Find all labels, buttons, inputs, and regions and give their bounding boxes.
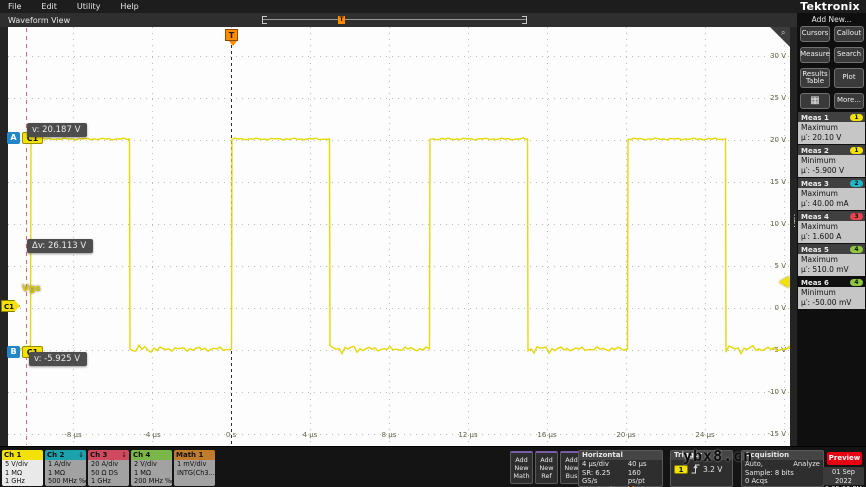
meas-3-source-pill: 2 [850,180,863,187]
meas-2-source-pill: 1 [850,147,863,154]
rising-edge-icon [691,464,700,474]
meas-4-source-pill: 3 [850,213,863,220]
add-new-label: Add New... [797,15,866,24]
panel-splitter-handle[interactable]: ⋮⋮ [790,217,797,227]
meas-5-badge[interactable]: Meas 5 4 Maximumμ′: 510.0 mV [798,244,865,276]
ch1-badge[interactable]: Ch 1 5 V/div1 MΩ1 GHz [2,450,43,486]
ch3-badge[interactable]: Ch 3↓ 20 A/div50 Ω DS1 GHz [88,450,129,486]
date-text: 01 Sep 2022 [823,468,864,485]
tektronix-logo: Tektronix [797,0,863,13]
math1-badge[interactable]: Math 1 1 mV/divINTG(Ch3... [174,450,215,486]
callout-button[interactable]: Callout [834,26,864,42]
ch2-badge[interactable]: Ch 2↓ 1 A/div1 MΩ500 MHz ‰ [45,450,86,486]
meas-6-title: Meas 6 [801,279,829,287]
datetime-display: 01 Sep 2022 8:25:38 PM [823,467,864,485]
search-button[interactable]: Search [834,47,864,63]
arrow-down-icon: ↓ [121,451,127,459]
meas-5-value: μ′: 510.0 mV [801,265,865,275]
magnifier-icon: ⌕ [781,28,785,38]
results-table-button[interactable]: Results Table [800,68,830,88]
acquisition-acqs: 0 Acqs [745,477,768,486]
acquisition-analyze: Analyze [793,460,820,469]
bracket-cap [522,16,526,17]
tab-waveform-view[interactable]: Waveform View [8,16,70,25]
acquisition-window-line [263,19,526,20]
meas-3-title: Meas 3 [801,180,829,188]
bracket-cap [263,23,267,24]
oscilloscope-screen: File Edit Utility Help Tektronix Wavefor… [0,0,866,487]
menu-bar: File Edit Utility Help [0,0,866,13]
horizontal-panel[interactable]: Horizontal 4 μs/div40 μs SR: 6.25 GS/s16… [578,450,663,487]
bracket-cap [522,23,526,24]
meas-1-value: μ′: 20.10 V [801,133,865,143]
meas-1-stat: Maximum [801,123,865,133]
preview-button[interactable]: Preview [827,452,862,465]
measurement-badges: Meas 11 Maximumμ′: 20.10 V Meas 21 Minim… [797,112,866,310]
ch2-label: Ch 2 [47,451,64,459]
meas-6-value: μ′: -50.00 mV [801,298,865,308]
ch4-badge[interactable]: Ch 4 2 V/div1 MΩ200 MHz ‰ [131,450,172,486]
meas-3-value: μ′: 40.00 mA [801,199,865,209]
trigger-position-mini-icon[interactable]: T [338,16,345,24]
meas-5-title: Meas 5 [801,246,829,254]
waveform-view: 30 V25 V20 V15 V10 V5 V0 V-5 V-10 V-15 V… [0,27,797,446]
trigger-level-arrow-icon[interactable] [779,276,789,288]
more-button[interactable]: More... [834,93,864,109]
meas-4-title: Meas 4 [801,213,829,221]
plot-button[interactable]: Plot [834,68,864,88]
ch4-label: Ch 4 [133,451,150,459]
measure-button[interactable]: Measure [800,47,830,63]
cursor-b-readout: v: -5.925 V [29,352,87,366]
meas-2-stat: Minimum [801,156,865,166]
acquisition-panel[interactable]: Acquisition Auto,Analyze Sample: 8 bits … [741,450,824,487]
trigger-source-pill: 1 [674,465,688,474]
meas-6-badge[interactable]: Meas 6 4 Minimumμ′: -50.00 mV [798,277,865,309]
meas-3-badge[interactable]: Meas 3 2 Maximumμ′: 40.00 mA [798,178,865,210]
cursor-b-badge[interactable]: B [7,346,20,358]
menu-file[interactable]: File [0,2,33,11]
meas-6-source-pill: 4 [850,279,863,286]
menu-utility[interactable]: Utility [69,2,113,11]
ch1-waveform-trace [0,27,797,446]
cursor-a-badge[interactable]: A [7,132,20,144]
menu-help[interactable]: Help [112,2,150,11]
ch1-trace-path [8,138,790,354]
meas-2-value: μ′: -5.900 V [801,166,865,176]
menu-edit[interactable]: Edit [33,2,69,11]
cursors-button[interactable]: Cursors [800,26,830,42]
ch1-label: Ch 1 [4,451,21,459]
bracket-cap [263,16,267,17]
acquisition-sample: Sample: 8 bits [745,469,794,478]
cursor-delta-readout: Δv: 26.113 V [27,239,93,253]
meas-2-title: Meas 2 [801,147,829,155]
horizontal-title: Horizontal [579,451,662,460]
meas-5-stat: Maximum [801,255,865,265]
meas-2-badge[interactable]: Meas 2 1 Minimumμ′: -5.900 V [798,145,865,177]
watermark: ybx8.cn [683,447,753,465]
trigger-level-value: 3.2 V [703,465,722,474]
meas-1-source-pill: 1 [850,114,863,121]
add-new-math-button[interactable]: Add New Math [510,451,533,484]
math1-label: Math 1 [176,451,203,459]
meas-1-badge[interactable]: Meas 1 1 Maximumμ′: 20.10 V [798,112,865,144]
acquisition-window-indicator[interactable]: T [262,16,527,24]
meas-1-title: Meas 1 [801,114,829,122]
right-sidebar: Add New... Cursors Callout Measure Searc… [797,13,866,446]
add-new-ref-button[interactable]: Add New Ref [535,451,558,484]
arrow-down-icon: ↓ [78,451,84,459]
tab-bar: Waveform View T [0,13,797,27]
waveform-label-vgs: Vgs [22,284,41,294]
zoom-corner[interactable] [770,27,790,47]
trigger-position-marker[interactable]: T [225,29,238,41]
meas-4-badge[interactable]: Meas 4 3 Maximumμ′: 1.600 A [798,211,865,243]
meas-5-source-pill: 4 [850,246,863,253]
acquisition-title: Acquisition [742,451,823,460]
meas-4-value: μ′: 1.600 A [801,232,865,242]
meas-4-stat: Maximum [801,222,865,232]
meas-3-stat: Maximum [801,189,865,199]
ch3-label: Ch 3 [90,451,107,459]
grid-tool-icon-button[interactable]: ▦ [800,93,830,109]
cursor-a-readout: v: 20.187 V [27,123,87,137]
meas-6-stat: Minimum [801,288,865,298]
